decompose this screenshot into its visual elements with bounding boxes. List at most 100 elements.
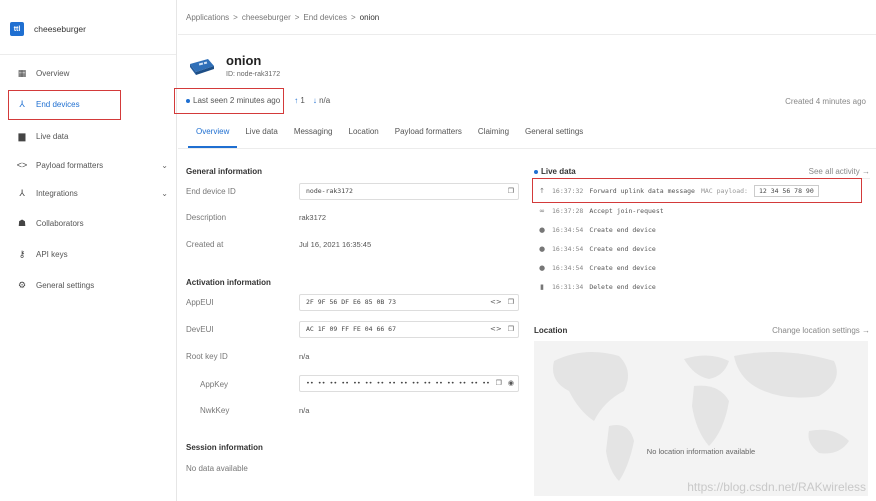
event-time: 16:31:34 bbox=[552, 283, 584, 291]
copy-icon[interactable]: ❐ bbox=[508, 295, 514, 310]
arrow-up-icon: ↑ bbox=[294, 96, 299, 105]
device-id: ID: node-rak3172 bbox=[226, 71, 281, 78]
activation-info-title: Activation information bbox=[186, 278, 271, 287]
end-device-id-field[interactable]: node-rak3172 ❐ bbox=[299, 183, 519, 200]
chevron-down-icon[interactable]: ⌄ bbox=[161, 189, 168, 198]
copy-icon[interactable]: ❐ bbox=[508, 184, 514, 199]
sidebar-item-collaborators[interactable]: ☗ Collaborators bbox=[16, 214, 172, 232]
downlink-count: ↓ n/a bbox=[313, 96, 330, 105]
event-time: 16:34:54 bbox=[552, 264, 584, 272]
sidebar: ttl cheeseburger ▦ Overview ⅄ End device… bbox=[0, 0, 177, 501]
app-logo-icon: ttl bbox=[10, 22, 24, 36]
tab-general-settings[interactable]: General settings bbox=[517, 126, 591, 148]
appkey-label: AppKey bbox=[200, 380, 229, 389]
root-key-label: Root key ID bbox=[186, 352, 228, 361]
location-map[interactable]: No location information available bbox=[534, 341, 868, 496]
watermark: https://blog.csdn.net/RAKwireless bbox=[687, 480, 866, 494]
see-all-activity-link[interactable]: See all activity → bbox=[809, 167, 870, 176]
uplink-count-value: 1 bbox=[300, 96, 305, 105]
breadcrumb-applications[interactable]: Applications bbox=[186, 13, 229, 22]
breadcrumb: Applications > cheeseburger > End device… bbox=[186, 13, 379, 22]
users-icon: ☗ bbox=[17, 217, 27, 228]
event-row[interactable]: ● 16:34:54 Create end device bbox=[538, 262, 656, 274]
plus-circle-icon: ● bbox=[538, 264, 546, 272]
sidebar-item-label: Integrations bbox=[36, 188, 78, 198]
event-row[interactable]: ● 16:34:54 Create end device bbox=[538, 243, 656, 255]
sidebar-item-integrations[interactable]: ⅄ Integrations ⌄ bbox=[16, 184, 172, 202]
live-data-header: Live data See all activity → bbox=[534, 167, 870, 176]
location-title: Location bbox=[534, 326, 568, 335]
uplink-count: ↑ 1 bbox=[294, 96, 305, 105]
event-payload: 12 34 56 78 90 bbox=[753, 185, 819, 197]
link-icon: ∞ bbox=[539, 207, 545, 215]
event-row[interactable]: ▮ 16:31:34 Delete end device bbox=[538, 281, 656, 293]
general-info-title: General information bbox=[186, 167, 263, 176]
created-at-value: Jul 16, 2021 16:35:45 bbox=[299, 240, 372, 249]
world-map-graphic bbox=[553, 352, 849, 481]
event-time: 16:34:54 bbox=[552, 226, 584, 234]
location-header: Location Change location settings → bbox=[534, 326, 870, 335]
copy-icon[interactable]: ❐ bbox=[496, 376, 502, 391]
breadcrumb-application[interactable]: cheeseburger bbox=[242, 13, 291, 22]
chevron-down-icon[interactable]: ⌄ bbox=[161, 161, 168, 170]
device-status-row: Last seen 2 minutes ago ↑ 1 ↓ n/a bbox=[186, 96, 330, 105]
app-header[interactable]: ttl cheeseburger bbox=[10, 22, 86, 36]
event-row[interactable]: ● 16:34:54 Create end device bbox=[538, 224, 656, 236]
sidebar-item-end-devices[interactable]: ⅄ End devices bbox=[16, 95, 172, 113]
sidebar-item-payload-formatters[interactable]: <> Payload formatters ⌄ bbox=[16, 156, 172, 174]
tab-claiming[interactable]: Claiming bbox=[470, 126, 517, 148]
sidebar-item-label: Collaborators bbox=[36, 218, 84, 228]
tab-messaging[interactable]: Messaging bbox=[286, 126, 341, 148]
description-value: rak3172 bbox=[299, 213, 327, 222]
sidebar-item-label: General settings bbox=[36, 280, 95, 290]
session-info-title: Session information bbox=[186, 443, 263, 452]
event-meta: MAC payload: bbox=[700, 187, 748, 195]
breadcrumb-end-devices[interactable]: End devices bbox=[303, 13, 347, 22]
arrow-up-icon: ↑ bbox=[539, 187, 545, 195]
event-text: Create end device bbox=[589, 245, 656, 253]
deveui-label: DevEUI bbox=[186, 325, 214, 334]
root-key-value: n/a bbox=[299, 352, 310, 361]
sidebar-item-overview[interactable]: ▦ Overview bbox=[16, 64, 172, 82]
sidebar-divider bbox=[0, 54, 176, 55]
live-data-divider bbox=[534, 178, 870, 179]
change-location-link[interactable]: Change location settings → bbox=[772, 326, 870, 335]
sidebar-item-api-keys[interactable]: ⚷ API keys bbox=[16, 245, 172, 263]
description-label: Description bbox=[186, 213, 227, 222]
event-time: 16:37:28 bbox=[552, 207, 584, 215]
tab-live-data[interactable]: Live data bbox=[237, 126, 285, 148]
trash-icon: ▮ bbox=[540, 283, 544, 291]
session-info-value: No data available bbox=[186, 464, 248, 473]
tab-overview[interactable]: Overview bbox=[188, 126, 238, 148]
end-device-id-value: node-rak3172 bbox=[306, 187, 353, 195]
code-toggle-icon[interactable]: <> bbox=[490, 295, 502, 310]
deveui-value: AC 1F 09 FF FE 04 66 67 bbox=[306, 325, 397, 333]
device-tabs: Overview Live data Messaging Location Pa… bbox=[188, 126, 591, 148]
sidebar-item-label: Live data bbox=[36, 131, 69, 141]
sidebar-item-label: Payload formatters bbox=[36, 160, 104, 170]
arrow-down-icon: ↓ bbox=[312, 96, 317, 105]
appeui-value: 2F 9F 56 DF E6 85 0B 73 bbox=[306, 298, 397, 306]
key-icon: ⚷ bbox=[18, 248, 26, 259]
status-dot-icon bbox=[186, 98, 190, 103]
sidebar-item-label: API keys bbox=[36, 249, 68, 259]
device-board-icon bbox=[190, 59, 214, 75]
sidebar-item-live-data[interactable]: ▆ Live data bbox=[16, 127, 172, 145]
no-location-message: No location information available bbox=[646, 447, 756, 456]
network-icon: ⅄ bbox=[19, 98, 25, 109]
event-row[interactable]: ↑ 16:37:32 Forward uplink data message M… bbox=[538, 185, 819, 197]
deveui-field[interactable]: AC 1F 09 FF FE 04 66 67 <> ❐ bbox=[299, 321, 519, 338]
code-toggle-icon[interactable]: <> bbox=[490, 322, 502, 337]
sidebar-item-general-settings[interactable]: ⚙ General settings bbox=[16, 276, 172, 294]
tab-location[interactable]: Location bbox=[341, 126, 387, 148]
appeui-field[interactable]: 2F 9F 56 DF E6 85 0B 73 <> ❐ bbox=[299, 294, 519, 311]
appkey-field[interactable]: •• •• •• •• •• •• •• •• •• •• •• •• •• •… bbox=[299, 375, 519, 392]
created-time: Created 4 minutes ago bbox=[785, 97, 866, 106]
event-row[interactable]: ∞ 16:37:28 Accept join-request bbox=[538, 205, 664, 217]
plus-circle-icon: ● bbox=[538, 245, 546, 253]
sidebar-item-label: Overview bbox=[36, 68, 70, 78]
tab-payload-formatters[interactable]: Payload formatters bbox=[387, 126, 470, 148]
eye-icon[interactable]: ◉ bbox=[508, 376, 514, 391]
copy-icon[interactable]: ❐ bbox=[508, 322, 514, 337]
breadcrumb-current: onion bbox=[359, 13, 380, 22]
